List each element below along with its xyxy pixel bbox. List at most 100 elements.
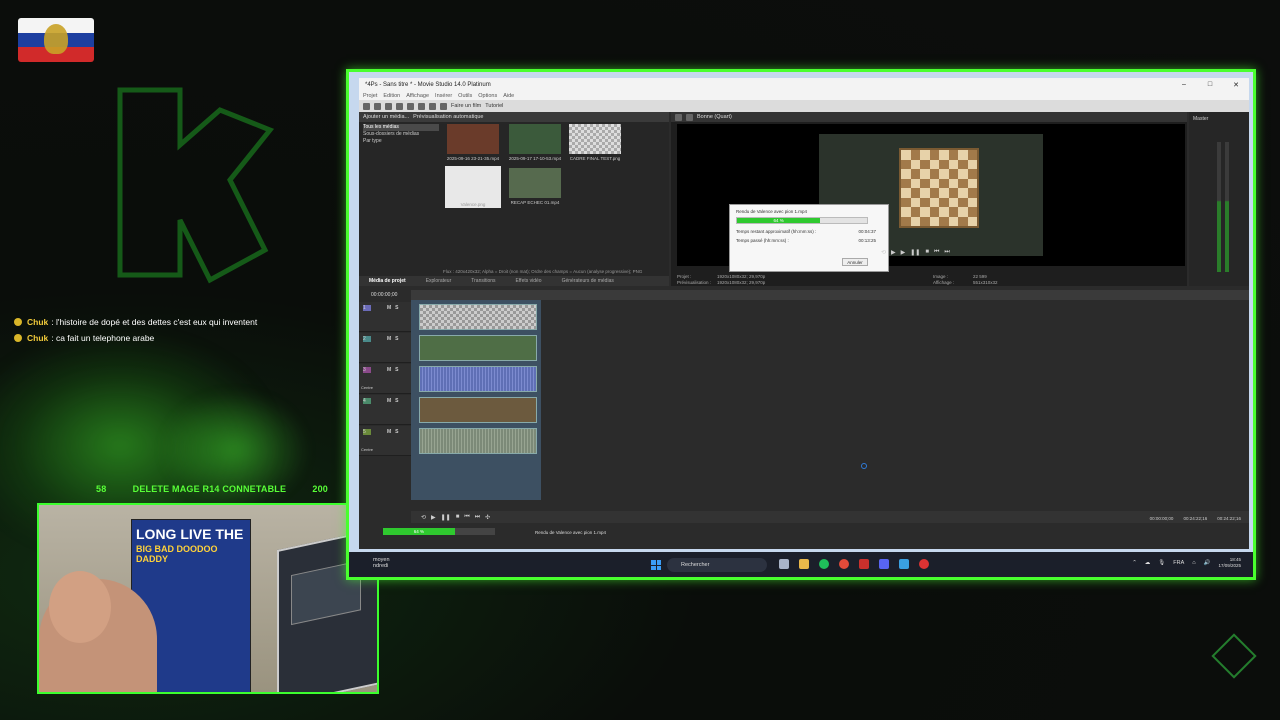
play-start-icon[interactable]: ▶ <box>901 249 906 256</box>
settings-icon[interactable] <box>675 113 682 121</box>
mute-solo[interactable]: MS <box>387 429 403 435</box>
media-tree: Tous les médias Sous-dossiers de médias … <box>363 124 439 145</box>
mute-solo[interactable]: MS <box>387 336 403 342</box>
tab-transitions[interactable]: Transitions <box>461 278 505 284</box>
next-icon[interactable]: ⏭ <box>475 514 480 521</box>
spotify-icon[interactable] <box>819 559 829 569</box>
paste-icon[interactable] <box>429 102 436 110</box>
mute-solo[interactable]: MS <box>387 367 403 373</box>
tab-video-fx[interactable]: Effets vidéo <box>506 278 552 284</box>
chess-board <box>899 148 979 228</box>
master-mixer: Master <box>1189 112 1249 286</box>
file-explorer-icon[interactable] <box>799 559 809 569</box>
stop-icon[interactable]: ■ <box>456 514 460 520</box>
cancel-button[interactable]: Annuler <box>842 258 868 266</box>
save-icon[interactable] <box>385 102 392 110</box>
tree-all-media[interactable]: Tous les médias <box>363 124 439 131</box>
taskbar-apps <box>779 559 929 569</box>
cut-icon[interactable] <box>407 102 414 110</box>
chrome-icon[interactable] <box>839 559 849 569</box>
weather-widget[interactable]: moyen ndredi <box>373 557 390 569</box>
fx-icon[interactable] <box>686 113 693 121</box>
tree-by-type[interactable]: Par type <box>363 138 439 145</box>
render-progress-fill: 64 % <box>383 528 455 535</box>
timeline-clip[interactable] <box>419 335 537 361</box>
track-header[interactable]: 2 MS <box>359 333 411 363</box>
mute-solo[interactable]: MS <box>387 305 403 311</box>
tree-subfolders[interactable]: Sous-dossiers de médias <box>363 131 439 138</box>
loop-icon[interactable]: ⟲ <box>881 249 886 256</box>
track-header[interactable]: 3 MS Centre <box>359 364 411 394</box>
track-header[interactable]: 4 MS <box>359 395 411 425</box>
properties-icon[interactable] <box>396 102 403 110</box>
lang-indicator[interactable]: FRA <box>1173 560 1184 566</box>
media-thumb[interactable] <box>569 124 621 154</box>
discord-icon[interactable] <box>879 559 889 569</box>
mic-icon[interactable]: 🎙 <box>1158 560 1165 566</box>
loop-icon[interactable]: ⟲ <box>421 514 426 521</box>
remaining-label: Temps restant approximatif (hh:mm:ss) : <box>736 229 817 234</box>
media-thumb[interactable] <box>509 124 561 154</box>
stop-icon[interactable]: ■ <box>925 249 929 256</box>
media-thumb[interactable] <box>509 168 561 198</box>
track-header[interactable]: 5 MS Centre <box>359 426 411 456</box>
windows-start-icon[interactable] <box>651 560 661 570</box>
timeline-clip[interactable] <box>419 397 537 423</box>
menu-projet[interactable]: Projet <box>363 93 377 99</box>
prev-icon[interactable]: ⏮ <box>464 514 469 521</box>
tutorial-button[interactable]: Tutoriel <box>485 103 503 109</box>
tray-chevron-icon[interactable]: ⌃ <box>1132 560 1137 566</box>
menu-edition[interactable]: Edition <box>383 93 400 99</box>
next-frame-icon[interactable]: ⏭ <box>944 249 949 256</box>
taskbar-search[interactable]: Rechercher <box>667 558 767 572</box>
menu-options[interactable]: Options <box>478 93 497 99</box>
volume-icon[interactable]: 🔊 <box>1204 560 1211 566</box>
cloud-icon[interactable]: ☁ <box>1145 560 1151 566</box>
new-icon[interactable] <box>363 102 370 110</box>
pause-icon[interactable]: ❚❚ <box>910 249 920 256</box>
preview-quality-select[interactable]: Bonne (Quart) <box>697 114 732 120</box>
record-icon[interactable] <box>919 559 929 569</box>
tab-media-generators[interactable]: Générateurs de médias <box>552 278 624 284</box>
snap-icon[interactable]: ✣ <box>485 514 490 521</box>
media-thumb[interactable] <box>447 124 499 154</box>
open-icon[interactable] <box>374 102 381 110</box>
tab-explorer[interactable]: Explorateur <box>416 278 462 284</box>
minimize-icon[interactable]: – <box>1171 81 1197 89</box>
import-media-button[interactable]: Ajouter un média... <box>363 114 409 120</box>
timeline-ruler[interactable] <box>411 290 1249 300</box>
pause-icon[interactable]: ❚❚ <box>441 514 451 521</box>
tab-project-media[interactable]: Média de projet <box>359 278 416 284</box>
timeline-clip[interactable] <box>419 304 537 330</box>
play-icon[interactable]: ▶ <box>891 249 896 256</box>
goal-target: 200 <box>312 484 328 494</box>
audio-clip[interactable] <box>419 366 537 392</box>
menu-aide[interactable]: Aide <box>503 93 514 99</box>
movie-studio-icon[interactable] <box>899 559 909 569</box>
maximize-icon[interactable]: □ <box>1197 81 1223 89</box>
close-icon[interactable]: ✕ <box>1223 81 1249 89</box>
app-icon[interactable] <box>859 559 869 569</box>
taskbar-clock[interactable]: 18:45 17/09/2025 <box>1218 557 1241 569</box>
make-movie-button[interactable]: Faire un film <box>451 103 481 109</box>
auto-preview-toggle[interactable]: Prévisualisation automatique <box>413 114 483 120</box>
timeline-timecode: 00:00:00;00 <box>371 292 398 298</box>
track-header[interactable]: 1 MS <box>359 302 411 332</box>
menu-inserer[interactable]: Insérer <box>435 93 452 99</box>
video-preview-pane: Bonne (Quart) Rendu de Valence avec pion… <box>671 112 1187 286</box>
network-icon[interactable]: ⌂ <box>1192 560 1195 566</box>
menu-outils[interactable]: Outils <box>458 93 472 99</box>
timeline-transport: ⟲ ▶ ❚❚ ■ ⏮ ⏭ ✣ <box>411 511 1249 523</box>
prev-value: 1920x1080x32; 29,970p <box>717 280 766 285</box>
undo-icon[interactable] <box>440 102 447 110</box>
task-view-icon[interactable] <box>779 559 789 569</box>
image-label: Image : <box>933 274 949 279</box>
menu-affichage[interactable]: Affichage <box>406 93 429 99</box>
prev-frame-icon[interactable]: ⏮ <box>934 249 939 256</box>
copy-icon[interactable] <box>418 102 425 110</box>
timeline-times: 00:00:00;00 00:24:22;16 00:24:22;16 <box>1150 516 1241 521</box>
render-progress: 64 % <box>736 217 868 224</box>
play-icon[interactable]: ▶ <box>431 514 436 521</box>
mute-solo[interactable]: MS <box>387 398 403 404</box>
audio-clip[interactable] <box>419 428 537 454</box>
